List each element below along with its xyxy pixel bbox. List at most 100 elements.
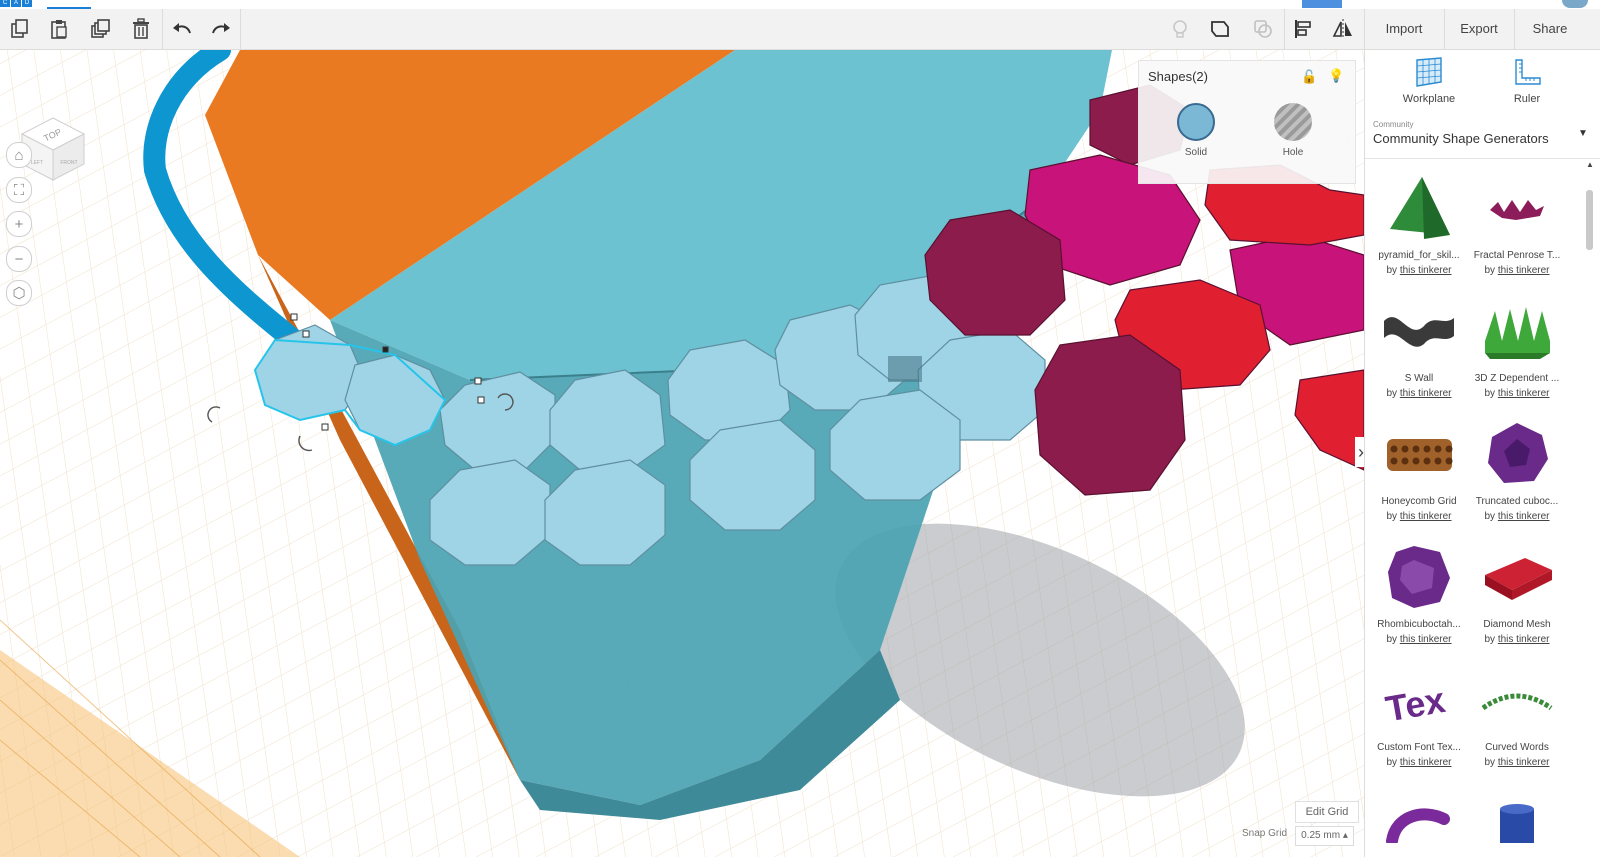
zoom-out-button[interactable]: − [6, 246, 32, 272]
scroll-up-arrow[interactable]: ▲ [1586, 160, 1594, 169]
author-prefix: by [1386, 634, 1398, 645]
copy-button[interactable] [6, 15, 34, 43]
tinkercad-logo[interactable]: C A D [0, 0, 32, 7]
share-button[interactable]: Share [1518, 9, 1582, 49]
author-prefix: by [1386, 265, 1398, 276]
group-icon [1254, 20, 1272, 38]
author-link[interactable]: this tinkerer [1400, 388, 1452, 399]
hole-swatch [1274, 103, 1312, 141]
ruler-label: Ruler [1513, 93, 1541, 105]
shape-card[interactable]: Rhombicuboctah... by this tinkerer [1369, 537, 1469, 645]
shape-thumbnail[interactable] [1369, 537, 1469, 617]
shape-card[interactable]: Fractal Penrose T... by this tinkerer [1467, 168, 1567, 276]
author-prefix: by [1386, 388, 1398, 399]
shape-card[interactable]: 3D Z Dependent ... by this tinkerer [1467, 291, 1567, 399]
shape-card[interactable]: Tex Custom Font Tex... by this tinkerer [1369, 660, 1469, 768]
paste-button[interactable] [45, 15, 73, 43]
align-button[interactable] [1290, 15, 1318, 43]
shape-thumbnail[interactable] [1467, 660, 1567, 740]
duplicate-button[interactable] [87, 15, 115, 43]
ruler-button[interactable]: Ruler [1487, 56, 1567, 105]
author-prefix: by [1484, 757, 1496, 768]
shape-thumbnail[interactable] [1467, 783, 1567, 863]
undo-icon [173, 23, 191, 34]
shape-thumbnail[interactable] [1467, 291, 1567, 371]
shape-thumbnail[interactable] [1369, 168, 1469, 248]
mirror-button[interactable] [1329, 15, 1357, 43]
category-caption: Community [1373, 120, 1414, 129]
workplane-viewport[interactable]: TOP LEFT FRONT ⌂ ⛶ + − ⬡ Shapes(2) 🔓 💡 S… [0, 50, 1364, 857]
design-tab-indicator[interactable] [1302, 0, 1342, 8]
avatar[interactable] [1562, 0, 1588, 8]
shape-card[interactable]: Honeycomb Grid by this tinkerer [1369, 414, 1469, 522]
author-link[interactable]: this tinkerer [1498, 388, 1550, 399]
solid-swatch [1177, 103, 1215, 141]
logo-letter: A [11, 0, 21, 7]
group-button[interactable] [1249, 15, 1277, 43]
shape-card[interactable] [1369, 783, 1469, 863]
author-prefix: by [1484, 634, 1496, 645]
shape-card[interactable] [1467, 783, 1567, 863]
zoom-in-button[interactable]: + [6, 211, 32, 237]
lightbulb-icon[interactable]: 💡 [1328, 68, 1344, 84]
zoom-out-icon: − [14, 250, 24, 268]
author-prefix: by [1386, 511, 1398, 522]
logo-letter: C [0, 0, 10, 7]
category-select[interactable]: Community Shape Generators [1373, 131, 1549, 146]
redo-button[interactable] [207, 15, 235, 43]
home-view-button[interactable]: ⌂ [6, 142, 32, 168]
solid-label: Solid [1184, 147, 1208, 158]
shape-thumbnail[interactable]: Tex [1369, 660, 1469, 740]
shape-thumbnail[interactable] [1369, 291, 1469, 371]
shapes-panel: Workplane Ruler Community Community Shap… [1364, 50, 1600, 857]
undo-button[interactable] [168, 15, 196, 43]
comment-button[interactable] [1206, 15, 1234, 43]
shape-card[interactable]: Truncated cuboc... by this tinkerer [1467, 414, 1567, 522]
hole-option[interactable]: Hole [1263, 103, 1323, 158]
author-link[interactable]: this tinkerer [1498, 265, 1550, 276]
perspective-button[interactable]: ⬡ [6, 280, 32, 306]
author-link[interactable]: this tinkerer [1498, 757, 1550, 768]
author-link[interactable]: this tinkerer [1498, 511, 1550, 522]
export-button[interactable]: Export [1446, 9, 1512, 49]
collapse-panel-arrow[interactable]: › [1355, 437, 1364, 467]
shape-author: by this tinkerer [1369, 757, 1469, 768]
shape-card[interactable]: Diamond Mesh by this tinkerer [1467, 537, 1567, 645]
snap-grid-label: Snap Grid [1242, 828, 1288, 839]
author-link[interactable]: this tinkerer [1400, 511, 1452, 522]
shape-thumbnail[interactable] [1467, 414, 1567, 494]
solid-option[interactable]: Solid [1166, 103, 1226, 158]
author-link[interactable]: this tinkerer [1498, 634, 1550, 645]
lightbulb-icon [1173, 20, 1187, 38]
delete-button[interactable] [127, 15, 155, 43]
shape-card[interactable]: pyramid_for_skil... by this tinkerer [1369, 168, 1469, 276]
ruler-icon [1515, 59, 1541, 85]
author-link[interactable]: this tinkerer [1400, 265, 1452, 276]
notes-button[interactable] [1166, 15, 1194, 43]
workplane-button[interactable]: Workplane [1389, 56, 1469, 105]
import-button[interactable]: Import [1370, 9, 1438, 49]
shape-author: by this tinkerer [1467, 265, 1567, 276]
chevron-down-icon[interactable]: ▼ [1578, 128, 1588, 139]
shape-author: by this tinkerer [1369, 265, 1469, 276]
author-link[interactable]: this tinkerer [1400, 757, 1452, 768]
author-prefix: by [1484, 265, 1496, 276]
shape-thumbnail[interactable] [1467, 168, 1567, 248]
shape-author: by this tinkerer [1467, 388, 1567, 399]
shape-card[interactable]: Curved Words by this tinkerer [1467, 660, 1567, 768]
edit-grid-button[interactable]: Edit Grid [1295, 801, 1359, 823]
snap-grid-select[interactable]: 0.25 mm ▴ [1295, 826, 1354, 846]
lock-icon[interactable]: 🔓 [1301, 69, 1317, 85]
copy-icon [11, 19, 28, 38]
shape-card[interactable]: S Wall by this tinkerer [1369, 291, 1469, 399]
shape-inspector: Shapes(2) 🔓 💡 Solid Hole [1138, 60, 1356, 184]
fit-view-button[interactable]: ⛶ [6, 177, 32, 203]
home-icon: ⌂ [14, 146, 24, 164]
author-link[interactable]: this tinkerer [1400, 634, 1452, 645]
toolbar-separator [1444, 9, 1445, 49]
shape-thumbnail[interactable] [1467, 537, 1567, 617]
shape-thumbnail[interactable] [1369, 783, 1469, 863]
panel-scrollbar[interactable] [1586, 190, 1593, 250]
shape-author: by this tinkerer [1467, 634, 1567, 645]
shape-thumbnail[interactable] [1369, 414, 1469, 494]
